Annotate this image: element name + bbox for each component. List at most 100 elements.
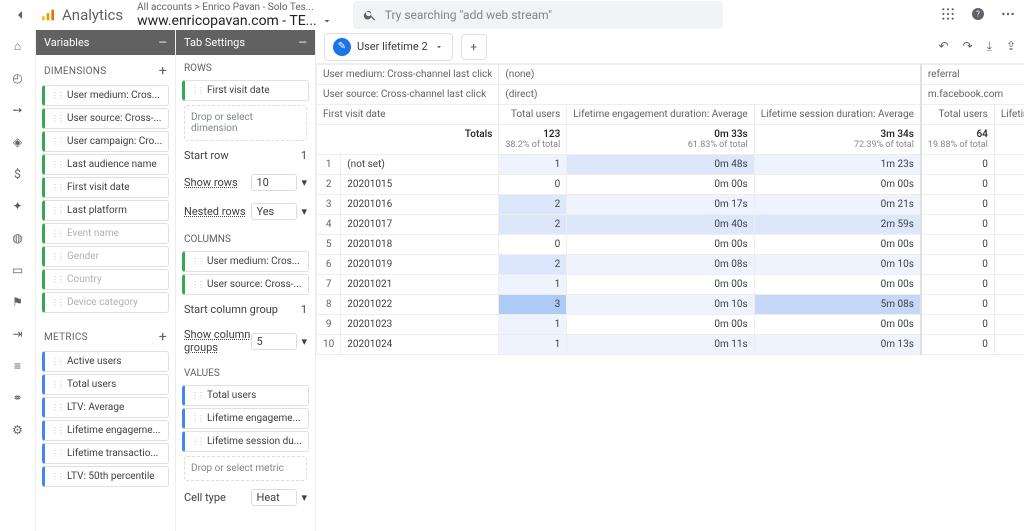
row-index: 3 — [317, 195, 341, 215]
row-index: 9 — [317, 315, 341, 335]
metric-chip[interactable]: ⋮⋮LTV: Average — [42, 397, 169, 418]
tab-user-lifetime[interactable]: ✎ User lifetime 2 — [324, 33, 453, 61]
metric-chip[interactable]: ⋮⋮Active users — [42, 351, 169, 372]
collapse-icon[interactable]: — — [298, 36, 307, 49]
nested-rows-select[interactable]: Yes — [251, 203, 297, 220]
start-col-group-value[interactable]: 1 — [301, 303, 307, 316]
table-row: 42020101720m 40s2m 59s00m 00s0m 00s00m 3… — [317, 215, 1024, 235]
cell-type-select[interactable]: Heat — [251, 489, 297, 506]
applied-chip[interactable]: ⋮⋮User medium: Cros... — [182, 251, 309, 272]
metric-chip[interactable]: ⋮⋮Lifetime transactio... — [42, 443, 169, 464]
metric-chip[interactable]: ⋮⋮Total users — [42, 374, 169, 395]
add-metric-button[interactable]: + — [159, 329, 167, 345]
chevron-down-icon — [434, 42, 444, 52]
totals-cell: 6419.88% of total — [921, 125, 994, 155]
totals-cell: 12338.2% of total — [499, 125, 567, 155]
more-icon[interactable] — [1000, 6, 1016, 25]
show-rows-label: Show rows — [184, 176, 238, 189]
start-row-value[interactable]: 1 — [301, 149, 307, 162]
nav-monetization[interactable]: $ — [8, 164, 28, 184]
undo-button[interactable]: ↶ — [939, 39, 949, 54]
data-cell: 0 — [921, 215, 994, 235]
data-cell: 0m 10s — [754, 255, 921, 275]
nav-conversions[interactable]: ⇥ — [8, 324, 28, 344]
table-row: 72020102110m 00s0m 00s00m 00s0m 00s10m 4… — [317, 275, 1024, 295]
back-button[interactable] — [8, 3, 32, 27]
applied-chip[interactable]: ⋮⋮Total users — [182, 385, 309, 406]
nav-events[interactable]: ⚑ — [8, 292, 28, 312]
dimension-chip[interactable]: ⋮⋮Country — [42, 269, 169, 290]
redo-button[interactable]: ↷ — [963, 39, 973, 54]
help-icon[interactable]: ? — [970, 6, 986, 25]
dimension-chip[interactable]: ⋮⋮Device category — [42, 292, 169, 313]
nav-demographics[interactable]: ◍ — [8, 228, 28, 248]
start-row-label: Start row — [184, 149, 229, 162]
grip-icon: ⋮⋮ — [191, 391, 203, 400]
show-rows-select[interactable]: 10 — [251, 174, 297, 191]
dimension-chip[interactable]: ⋮⋮Gender — [42, 246, 169, 267]
nav-analysis[interactable]: ≡ — [8, 356, 28, 376]
col-group-source: m.facebook.com — [921, 85, 1024, 105]
dimension-chip[interactable]: ⋮⋮First visit date — [42, 177, 169, 198]
table-row: 1(not set)10m 48s1m 23s00m 00s0m 00s10m … — [317, 155, 1024, 175]
edit-icon: ✎ — [333, 38, 351, 56]
nav-explore[interactable]: ⚭ — [8, 388, 28, 408]
data-cell: 0m 40s — [567, 215, 754, 235]
data-cell: 0 — [921, 315, 994, 335]
add-tab-button[interactable]: + — [461, 34, 487, 60]
share-button[interactable]: ⇪ — [1006, 39, 1016, 54]
data-cell: 0m 17s — [567, 195, 754, 215]
col-group-medium: (none) — [499, 65, 921, 85]
search-icon — [363, 8, 377, 22]
search-input[interactable]: Try searching "add web stream" — [353, 1, 723, 29]
breadcrumb[interactable]: All accounts > Enrico Pavan - Solo Tes..… — [137, 2, 333, 29]
table-row: 52020101800m 00s0m 00s00m 00s0m 00s00m 0… — [317, 235, 1024, 255]
dimension-chip[interactable]: ⋮⋮User source: Cross-... — [42, 108, 169, 129]
dimension-chip[interactable]: ⋮⋮Last platform — [42, 200, 169, 221]
data-cell: 0m 00s — [994, 315, 1024, 335]
grip-icon: ⋮⋮ — [191, 414, 203, 423]
show-col-groups-select[interactable]: 5 — [251, 333, 297, 350]
nav-tech[interactable]: ▭ — [8, 260, 28, 280]
apps-icon[interactable] — [940, 6, 956, 25]
data-cell: 0 — [499, 235, 567, 255]
start-col-group-label: Start column group — [184, 303, 278, 316]
applied-chip[interactable]: ⋮⋮Lifetime session du... — [182, 431, 309, 452]
applied-chip[interactable]: ⋮⋮User source: Cross-... — [182, 274, 309, 295]
metric-chip[interactable]: ⋮⋮Lifetime engageme... — [42, 420, 169, 441]
grip-icon: ⋮⋮ — [51, 252, 63, 261]
data-cell: 0m 00s — [994, 175, 1024, 195]
nav-admin[interactable]: ⚙ — [8, 420, 28, 440]
nav-retention[interactable]: ✦ — [8, 196, 28, 216]
metric-chip[interactable]: ⋮⋮LTV: 50th percentile — [42, 466, 169, 487]
dimension-chip[interactable]: ⋮⋮Last audience name — [42, 154, 169, 175]
account-path: All accounts > Enrico Pavan - Solo Tes..… — [137, 2, 333, 13]
drop-metric-zone[interactable]: Drop or select metric — [184, 456, 307, 481]
dimension-chip[interactable]: ⋮⋮Event name — [42, 223, 169, 244]
dimension-chip[interactable]: ⋮⋮User campaign: Cro... — [42, 131, 169, 152]
data-cell: 0m 21s — [754, 195, 921, 215]
nav-home[interactable]: ⌂ — [8, 36, 28, 56]
grip-icon: ⋮⋮ — [51, 380, 63, 389]
download-button[interactable]: ⤓ — [987, 39, 992, 54]
add-dimension-button[interactable]: + — [159, 63, 167, 79]
nav-realtime[interactable]: ◴ — [8, 68, 28, 88]
table-row: 82020102230m 10s5m 08s00m 00s0m 00s10m 0… — [317, 295, 1024, 315]
nav-acquisition[interactable]: ➙ — [8, 100, 28, 120]
dimension-chip[interactable]: ⋮⋮User medium: Cros... — [42, 85, 169, 106]
row-date: 20201024 — [341, 335, 499, 355]
collapse-icon[interactable]: — — [158, 36, 167, 49]
nav-engagement[interactable]: ◈ — [8, 132, 28, 152]
grip-icon: ⋮⋮ — [51, 137, 63, 146]
row-date: 20201017 — [341, 215, 499, 235]
analytics-icon — [40, 7, 56, 23]
applied-chip[interactable]: ⋮⋮Lifetime engageme... — [182, 408, 309, 429]
row-index: 8 — [317, 295, 341, 315]
main-canvas: ✎ User lifetime 2 + ↶ ↷ ⤓ ⇪ User medium:… — [316, 30, 1024, 531]
applied-chip[interactable]: ⋮⋮First visit date — [182, 80, 309, 101]
rows-title: ROWS — [176, 55, 315, 78]
table-row: 92020102310m 00s0m 00s00m 00s0m 00s21m 1… — [317, 315, 1024, 335]
table-row: 22020101500m 00s0m 00s00m 00s0m 00s12m 5… — [317, 175, 1024, 195]
grip-icon: ⋮⋮ — [51, 298, 63, 307]
drop-dimension-zone[interactable]: Drop or select dimension — [184, 105, 307, 141]
